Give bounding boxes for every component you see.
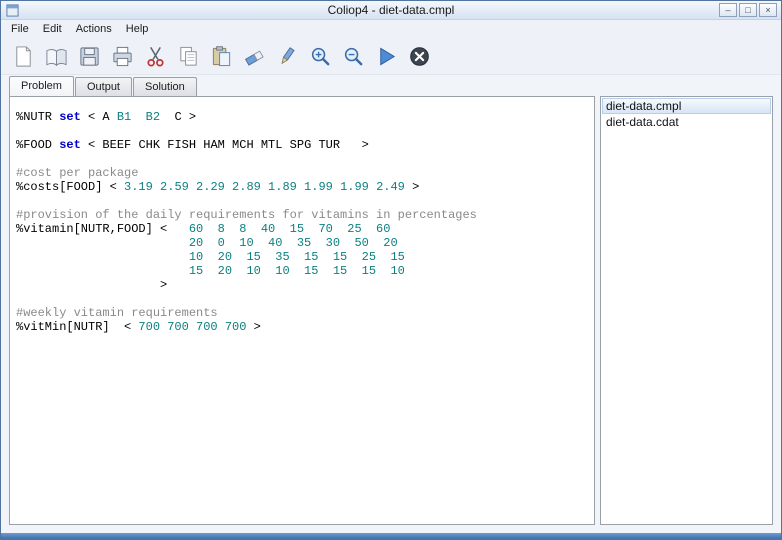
code-line bbox=[16, 292, 588, 306]
print-icon bbox=[111, 45, 134, 68]
code-line: %FOOD set < BEEF CHK FISH HAM MCH MTL SP… bbox=[16, 138, 588, 152]
menu-file[interactable]: File bbox=[4, 21, 36, 37]
stop-icon bbox=[408, 45, 431, 68]
title-bar[interactable]: Coliop4 - diet-data.cmpl –□× bbox=[1, 1, 781, 20]
paste-button[interactable] bbox=[208, 43, 234, 69]
window-title: Coliop4 - diet-data.cmpl bbox=[1, 3, 781, 17]
code-line: %vitMin[NUTR] < 700 700 700 700 > bbox=[16, 320, 588, 334]
code-line: 15 20 10 10 15 15 15 10 bbox=[16, 264, 588, 278]
paste-icon bbox=[210, 45, 233, 68]
minimize-button[interactable]: – bbox=[719, 3, 737, 17]
zoom-out-button[interactable] bbox=[340, 43, 366, 69]
toolbar bbox=[1, 38, 781, 75]
app-icon bbox=[6, 4, 19, 17]
zoom-out-icon bbox=[342, 45, 365, 68]
code-editor[interactable]: %NUTR set < A B1 B2 C > %FOOD set < BEEF… bbox=[9, 96, 595, 525]
file-item[interactable]: diet-data.cdat bbox=[602, 114, 771, 130]
run-icon bbox=[375, 45, 398, 68]
zoom-in-button[interactable] bbox=[307, 43, 333, 69]
window-bottom-frame bbox=[1, 533, 781, 539]
code-line: 10 20 15 35 15 15 25 15 bbox=[16, 250, 588, 264]
close-button[interactable]: × bbox=[759, 3, 777, 17]
workspace: ProblemOutputSolution %NUTR set < A B1 B… bbox=[1, 75, 781, 533]
code-line: #provision of the daily requirements for… bbox=[16, 208, 588, 222]
panels: %NUTR set < A B1 B2 C > %FOOD set < BEEF… bbox=[9, 96, 773, 525]
copy-button[interactable] bbox=[175, 43, 201, 69]
tab-output[interactable]: Output bbox=[75, 77, 132, 96]
redo-button[interactable] bbox=[274, 43, 300, 69]
file-list: diet-data.cmpldiet-data.cdat bbox=[600, 96, 773, 525]
open-file-icon bbox=[45, 45, 68, 68]
stop-button[interactable] bbox=[406, 43, 432, 69]
save-icon bbox=[78, 45, 101, 68]
maximize-button[interactable]: □ bbox=[739, 3, 757, 17]
code-line: 20 0 10 40 35 30 50 20 bbox=[16, 236, 588, 250]
code-line: %NUTR set < A B1 B2 C > bbox=[16, 110, 588, 124]
run-button[interactable] bbox=[373, 43, 399, 69]
tab-problem[interactable]: Problem bbox=[9, 76, 74, 96]
open-button[interactable] bbox=[43, 43, 69, 69]
menu-bar: FileEditActionsHelp bbox=[1, 20, 781, 38]
menu-help[interactable]: Help bbox=[119, 21, 156, 37]
menu-actions[interactable]: Actions bbox=[69, 21, 119, 37]
print-button[interactable] bbox=[109, 43, 135, 69]
app-window: Coliop4 - diet-data.cmpl –□× FileEditAct… bbox=[0, 0, 782, 540]
tab-bar: ProblemOutputSolution bbox=[9, 75, 773, 96]
code-line: %costs[FOOD] < 3.19 2.59 2.29 2.89 1.89 … bbox=[16, 180, 588, 194]
code-line: #cost per package bbox=[16, 166, 588, 180]
copy-icon bbox=[177, 45, 200, 68]
zoom-in-icon bbox=[309, 45, 332, 68]
save-button[interactable] bbox=[76, 43, 102, 69]
code-line: #weekly vitamin requirements bbox=[16, 306, 588, 320]
cut-button[interactable] bbox=[142, 43, 168, 69]
file-item[interactable]: diet-data.cmpl bbox=[602, 98, 771, 114]
undo-button[interactable] bbox=[241, 43, 267, 69]
code-line: > bbox=[16, 278, 588, 292]
new-button[interactable] bbox=[10, 43, 36, 69]
code-line bbox=[16, 152, 588, 166]
code-line bbox=[16, 124, 588, 138]
code-line: %vitamin[NUTR,FOOD] < 60 8 8 40 15 70 25… bbox=[16, 222, 588, 236]
cut-icon bbox=[144, 45, 167, 68]
redo-icon bbox=[276, 45, 299, 68]
new-document-icon bbox=[12, 45, 35, 68]
undo-icon bbox=[243, 45, 266, 68]
code-line bbox=[16, 194, 588, 208]
window-controls: –□× bbox=[719, 3, 777, 17]
tab-solution[interactable]: Solution bbox=[133, 77, 197, 96]
menu-edit[interactable]: Edit bbox=[36, 21, 69, 37]
